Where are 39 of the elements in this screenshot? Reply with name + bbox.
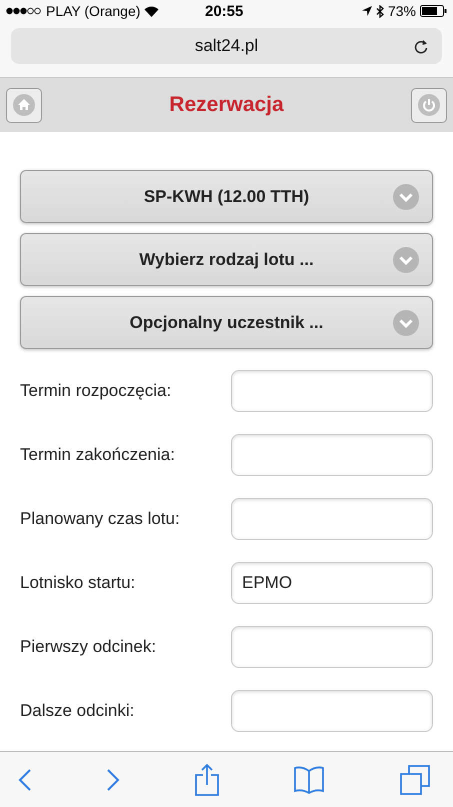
- chevron-down-icon: [393, 247, 419, 273]
- input-field[interactable]: EPMO: [231, 562, 433, 604]
- field-label: Termin rozpoczęcia:: [20, 381, 172, 401]
- chevron-down-icon: [393, 184, 419, 210]
- wifi-icon: [144, 6, 160, 16]
- field-label: Planowany czas lotu:: [20, 509, 180, 529]
- chevron-down-icon: [393, 310, 419, 336]
- reload-icon[interactable]: [414, 38, 428, 54]
- dropdown-select[interactable]: SP-KWH (12.00 TTH): [20, 170, 433, 223]
- dropdown-select[interactable]: Opcjonalny uczestnik ...: [20, 296, 433, 349]
- clock-time: 20:55: [205, 2, 244, 20]
- book-icon[interactable]: [293, 764, 326, 794]
- input-field[interactable]: [231, 434, 433, 476]
- battery-percent: 73%: [388, 3, 416, 19]
- signal-icon: [6, 7, 42, 15]
- share-icon[interactable]: [194, 762, 220, 796]
- power-button[interactable]: [411, 88, 447, 122]
- home-button[interactable]: [6, 88, 42, 122]
- input-field[interactable]: [231, 626, 433, 668]
- address-bar[interactable]: salt24.pl: [11, 28, 442, 64]
- input-field[interactable]: [231, 690, 433, 732]
- input-field[interactable]: [231, 498, 433, 540]
- location-arrow-icon: [362, 6, 372, 16]
- forward-icon[interactable]: [106, 768, 120, 792]
- page-title: Rezerwacja: [169, 93, 284, 117]
- url-text: salt24.pl: [194, 36, 258, 56]
- field-label: Dalsze odcinki:: [20, 701, 134, 721]
- back-icon[interactable]: [18, 768, 32, 792]
- home-icon: [13, 94, 35, 116]
- tabs-icon[interactable]: [399, 764, 431, 796]
- carrier-name: PLAY (Orange): [46, 3, 140, 19]
- dropdown-select[interactable]: Wybierz rodzaj lotu ...: [20, 233, 433, 286]
- field-label: Pierwszy odcinek:: [20, 637, 156, 657]
- battery-icon: [420, 5, 447, 17]
- bluetooth-icon: [376, 4, 384, 18]
- input-field[interactable]: [231, 370, 433, 412]
- power-icon: [418, 94, 440, 116]
- field-label: Termin zakończenia:: [20, 445, 175, 465]
- field-label: Lotnisko startu:: [20, 573, 136, 593]
